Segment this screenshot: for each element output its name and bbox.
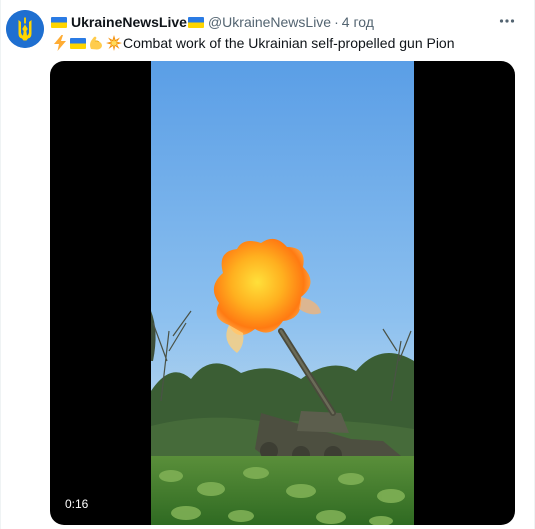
lightning-emoji-icon [51,35,68,52]
more-options-button[interactable] [496,10,518,32]
video-player[interactable]: 0:16 [50,61,515,525]
ukraine-flag-emoji-icon [69,35,86,52]
tweet-text-content: Combat work of the Ukrainian self-propel… [123,35,455,51]
tweet-card[interactable]: UkraineNewsLive @UkraineNewsLive · 4 год [0,0,535,529]
ukraine-flag-icon [51,16,67,28]
author-avatar[interactable] [6,10,44,48]
more-horizontal-icon [499,19,515,23]
tweet-text: Combat work of the Ukrainian self-propel… [51,33,518,53]
author-display-name[interactable]: UkraineNewsLive [51,14,204,30]
video-thumbnail [151,61,414,525]
ukraine-flag-icon [187,16,204,28]
author-handle[interactable]: @UkraineNewsLive [208,14,331,30]
ukraine-trident-icon [6,10,44,48]
flexed-biceps-emoji-icon [87,35,104,52]
video-duration-badge: 0:16 [60,495,94,513]
tweet-timestamp[interactable]: 4 год [342,14,374,30]
header-separator: · [334,14,339,30]
author-name-text: UkraineNewsLive [71,14,187,30]
tweet-header: UkraineNewsLive @UkraineNewsLive · 4 год [51,13,494,31]
collision-emoji-icon [105,35,122,52]
